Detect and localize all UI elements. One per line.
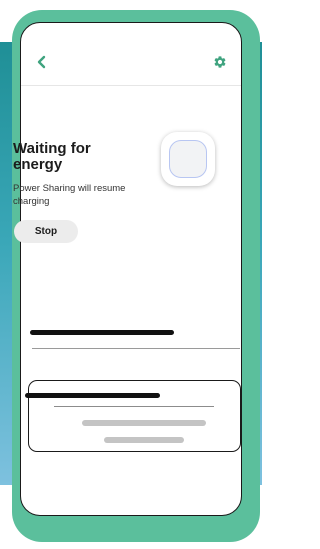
card-text-placeholder — [82, 420, 206, 426]
card-heading-placeholder — [25, 393, 160, 398]
top-bar — [21, 23, 241, 86]
section-heading-placeholder — [30, 330, 174, 335]
stop-button[interactable]: Stop — [14, 220, 78, 243]
charger-device-icon — [169, 140, 207, 178]
chevron-left-icon — [37, 55, 46, 69]
settings-button[interactable] — [209, 51, 231, 73]
stage: Waiting for energy Power Sharing will re… — [0, 0, 274, 549]
gear-icon — [214, 56, 226, 68]
status-title: Waiting for energy — [13, 140, 91, 173]
charger-tile — [161, 132, 215, 186]
back-button[interactable] — [31, 51, 53, 73]
status-subtitle: Power Sharing will resume charging — [13, 183, 126, 207]
card-divider — [54, 406, 214, 407]
section-divider — [32, 348, 240, 349]
card-text-placeholder — [104, 437, 184, 443]
